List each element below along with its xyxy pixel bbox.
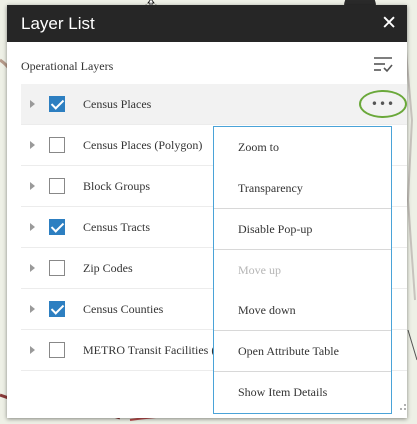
layer-name: Census Places (Polygon) (83, 137, 203, 152)
menu-item-zoom-to[interactable]: Zoom to (214, 127, 391, 168)
panel-header[interactable]: Layer List ✕ (7, 5, 407, 42)
layer-options-menu: Zoom to Transparency Disable Pop-up Move… (213, 126, 392, 414)
resize-grip-icon[interactable] (399, 403, 407, 411)
layer-row[interactable]: Census Places ••• (21, 84, 407, 125)
more-options-icon: ••• (370, 97, 396, 111)
layer-visibility-checkbox[interactable] (49, 260, 65, 276)
operational-layers-header: Operational Layers (7, 42, 407, 84)
layer-name: Block Groups (83, 178, 150, 193)
expand-arrow-icon[interactable] (30, 346, 35, 354)
menu-item-transparency[interactable]: Transparency (214, 168, 391, 208)
expand-arrow-icon[interactable] (30, 182, 35, 190)
layer-visibility-checkbox[interactable] (49, 342, 65, 358)
layer-name: METRO Transit Facilities (2 (83, 342, 222, 357)
layer-visibility-checkbox[interactable] (49, 219, 65, 235)
layer-visibility-checkbox[interactable] (49, 178, 65, 194)
close-icon[interactable]: ✕ (381, 14, 397, 33)
menu-item-show-item-details[interactable]: Show Item Details (214, 372, 391, 412)
section-label: Operational Layers (21, 59, 114, 73)
more-options-button[interactable]: ••• (359, 90, 407, 118)
layer-name: Census Tracts (83, 219, 151, 234)
layer-name: Census Places (83, 96, 152, 111)
expand-arrow-icon[interactable] (30, 264, 35, 272)
panel-title: Layer List (21, 13, 95, 33)
layer-visibility-checkbox[interactable] (49, 137, 65, 153)
menu-item-move-up: Move up (238, 262, 281, 277)
layer-name: Zip Codes (83, 260, 133, 275)
layer-name: Census Counties (83, 301, 164, 316)
layer-list-panel: Layer List ✕ Operational Layers Census P… (7, 5, 407, 418)
menu-item-open-attribute-table[interactable]: Open Attribute Table (214, 331, 391, 371)
menu-item-disable-popup[interactable]: Disable Pop-up (214, 209, 391, 249)
expand-arrow-icon[interactable] (30, 100, 35, 108)
expand-arrow-icon[interactable] (30, 223, 35, 231)
layer-visibility-checkbox[interactable] (49, 301, 65, 317)
expand-arrow-icon[interactable] (30, 305, 35, 313)
layer-visibility-checkbox[interactable] (49, 96, 65, 112)
expand-arrow-icon[interactable] (30, 141, 35, 149)
menu-item-move-down[interactable]: Move down (214, 290, 391, 330)
list-filter-icon[interactable] (373, 55, 393, 73)
